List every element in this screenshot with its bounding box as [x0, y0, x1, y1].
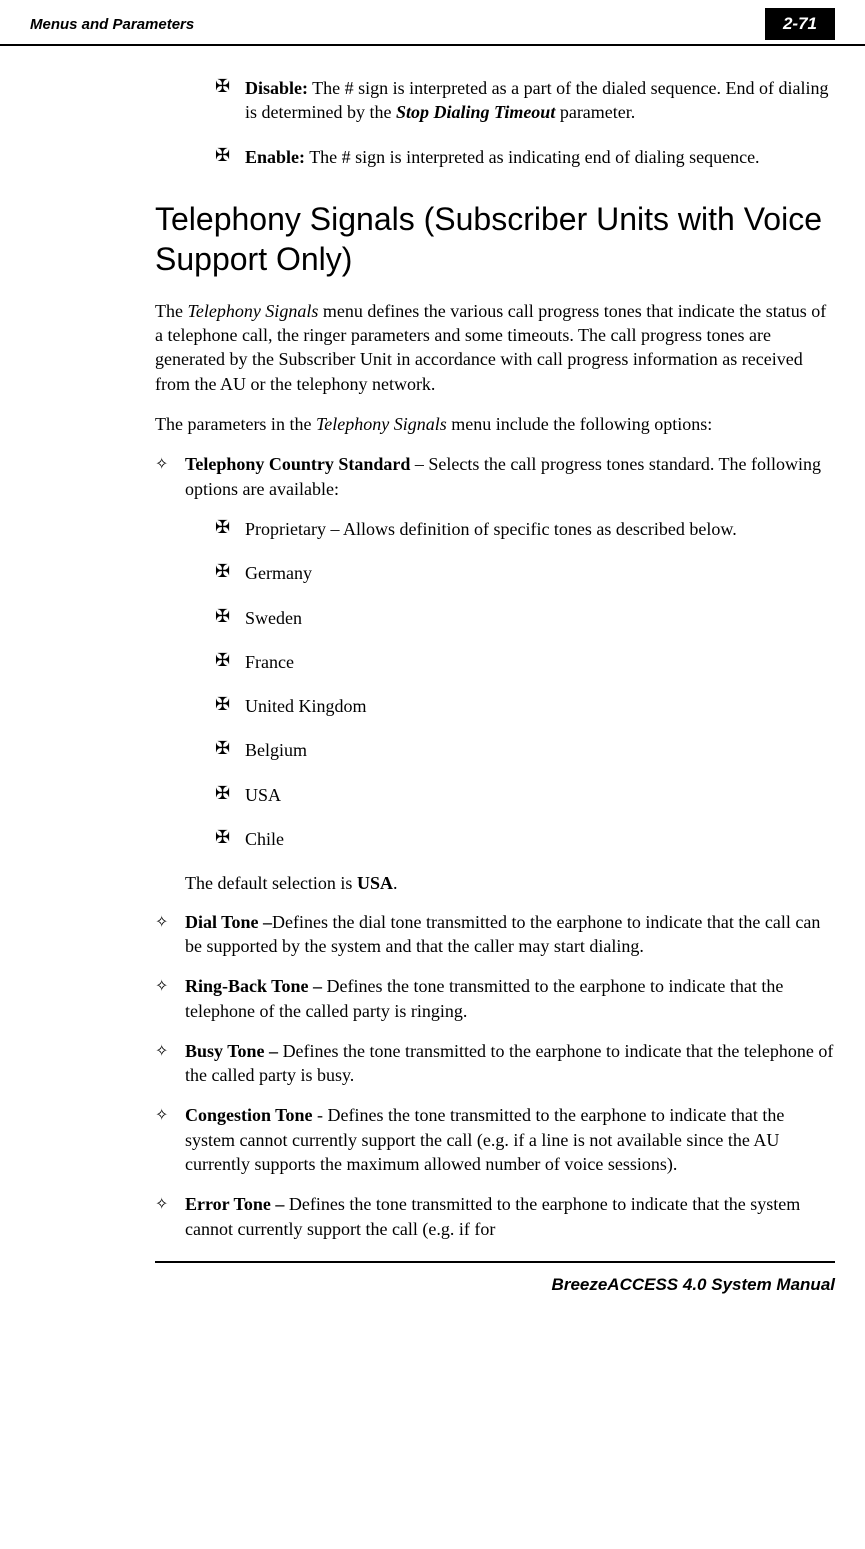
- diamond-bullet-icon: ✧: [155, 1039, 185, 1088]
- diamond-bullet-icon: ✧: [155, 1192, 185, 1241]
- sub-body-a: The # sign is interpreted as indicating …: [305, 147, 760, 167]
- standard-text: Belgium: [245, 738, 307, 762]
- standard-item: ✠ Sweden: [215, 606, 835, 630]
- maltese-bullet-icon: ✠: [215, 827, 245, 851]
- maltese-bullet-icon: ✠: [215, 606, 245, 630]
- para-italic: Telephony Signals: [316, 414, 447, 434]
- diamond-bullet-icon: ✧: [155, 452, 185, 501]
- list-text: Dial Tone –Defines the dial tone transmi…: [185, 910, 835, 959]
- para-italic: Telephony Signals: [187, 301, 318, 321]
- maltese-bullet-icon: ✠: [215, 517, 245, 541]
- list-text: Ring-Back Tone – Defines the tone transm…: [185, 974, 835, 1023]
- tone-label: Dial Tone –: [185, 912, 272, 932]
- diamond-bullet-icon: ✧: [155, 1103, 185, 1176]
- tone-body: Defines the tone transmitted to the earp…: [185, 1041, 833, 1085]
- diamond-bullet-icon: ✧: [155, 974, 185, 1023]
- list-item-busy-tone: ✧ Busy Tone – Defines the tone transmitt…: [155, 1039, 835, 1088]
- para-text: The parameters in the: [155, 414, 316, 434]
- sub-item-enable: ✠ Enable: The # sign is interpreted as i…: [215, 145, 835, 169]
- standard-text: USA: [245, 783, 281, 807]
- tone-label: Busy Tone –: [185, 1041, 283, 1061]
- tone-label: Ring-Back Tone –: [185, 976, 327, 996]
- maltese-bullet-icon: ✠: [215, 561, 245, 585]
- maltese-bullet-icon: ✠: [215, 650, 245, 674]
- note-text: .: [393, 873, 398, 893]
- sub-ref: Stop Dialing Timeout: [396, 102, 555, 122]
- page-header: Menus and Parameters 2-71: [0, 0, 865, 46]
- standard-item: ✠ Chile: [215, 827, 835, 851]
- list-item-error-tone: ✧ Error Tone – Defines the tone transmit…: [155, 1192, 835, 1241]
- standard-item: ✠ Belgium: [215, 738, 835, 762]
- standard-text: Sweden: [245, 606, 302, 630]
- section-heading: Telephony Signals (Subscriber Units with…: [155, 199, 835, 279]
- intro-paragraph-1: The Telephony Signals menu defines the v…: [155, 299, 835, 396]
- tone-label: Congestion Tone: [185, 1105, 317, 1125]
- sub-label: Enable:: [245, 147, 305, 167]
- standard-item: ✠ France: [215, 650, 835, 674]
- page-content: ✠ Disable: The # sign is interpreted as …: [0, 46, 865, 1241]
- sub-text: Disable: The # sign is interpreted as a …: [245, 76, 835, 125]
- list-text: Error Tone – Defines the tone transmitte…: [185, 1192, 835, 1241]
- sub-item-disable: ✠ Disable: The # sign is interpreted as …: [215, 76, 835, 125]
- maltese-bullet-icon: ✠: [215, 76, 245, 125]
- note-bold: USA: [357, 873, 393, 893]
- list-text: Telephony Country Standard – Selects the…: [185, 452, 835, 501]
- maltese-bullet-icon: ✠: [215, 694, 245, 718]
- standard-text: France: [245, 650, 294, 674]
- diamond-bullet-icon: ✧: [155, 910, 185, 959]
- item-label: Telephony Country Standard: [185, 454, 410, 474]
- standard-text: Germany: [245, 561, 312, 585]
- list-text: Congestion Tone - Defines the tone trans…: [185, 1103, 835, 1176]
- maltese-bullet-icon: ✠: [215, 145, 245, 169]
- list-text: Busy Tone – Defines the tone transmitted…: [185, 1039, 835, 1088]
- note-text: The default selection is: [185, 873, 357, 893]
- tone-label: Error Tone –: [185, 1194, 289, 1214]
- maltese-bullet-icon: ✠: [215, 783, 245, 807]
- standard-item-proprietary: ✠ Proprietary – Allows definition of spe…: [215, 517, 835, 541]
- header-section: Menus and Parameters: [30, 16, 194, 33]
- item-sep: –: [410, 454, 428, 474]
- list-item-congestion-tone: ✧ Congestion Tone - Defines the tone tra…: [155, 1103, 835, 1176]
- sub-text: Enable: The # sign is interpreted as ind…: [245, 145, 760, 169]
- standard-item: ✠ USA: [215, 783, 835, 807]
- maltese-bullet-icon: ✠: [215, 738, 245, 762]
- para-text: menu include the following options:: [447, 414, 712, 434]
- tone-body: Defines the dial tone transmitted to the…: [185, 912, 820, 956]
- page-number-badge: 2-71: [765, 8, 835, 40]
- standard-text: Chile: [245, 827, 284, 851]
- sub-label: Disable:: [245, 78, 308, 98]
- standard-text: United Kingdom: [245, 694, 367, 718]
- list-item-telephony-standard: ✧ Telephony Country Standard – Selects t…: [155, 452, 835, 501]
- footer-rule: [155, 1261, 835, 1263]
- para-text: The: [155, 301, 187, 321]
- list-item-ringback-tone: ✧ Ring-Back Tone – Defines the tone tran…: [155, 974, 835, 1023]
- default-selection-note: The default selection is USA.: [185, 871, 835, 895]
- standard-item: ✠ Germany: [215, 561, 835, 585]
- intro-paragraph-2: The parameters in the Telephony Signals …: [155, 412, 835, 436]
- standard-item: ✠ United Kingdom: [215, 694, 835, 718]
- footer-manual-title: BreezeACCESS 4.0 System Manual: [0, 1275, 865, 1315]
- sub-body-b: parameter.: [555, 102, 635, 122]
- list-item-dial-tone: ✧ Dial Tone –Defines the dial tone trans…: [155, 910, 835, 959]
- standard-text: Proprietary – Allows definition of speci…: [245, 517, 737, 541]
